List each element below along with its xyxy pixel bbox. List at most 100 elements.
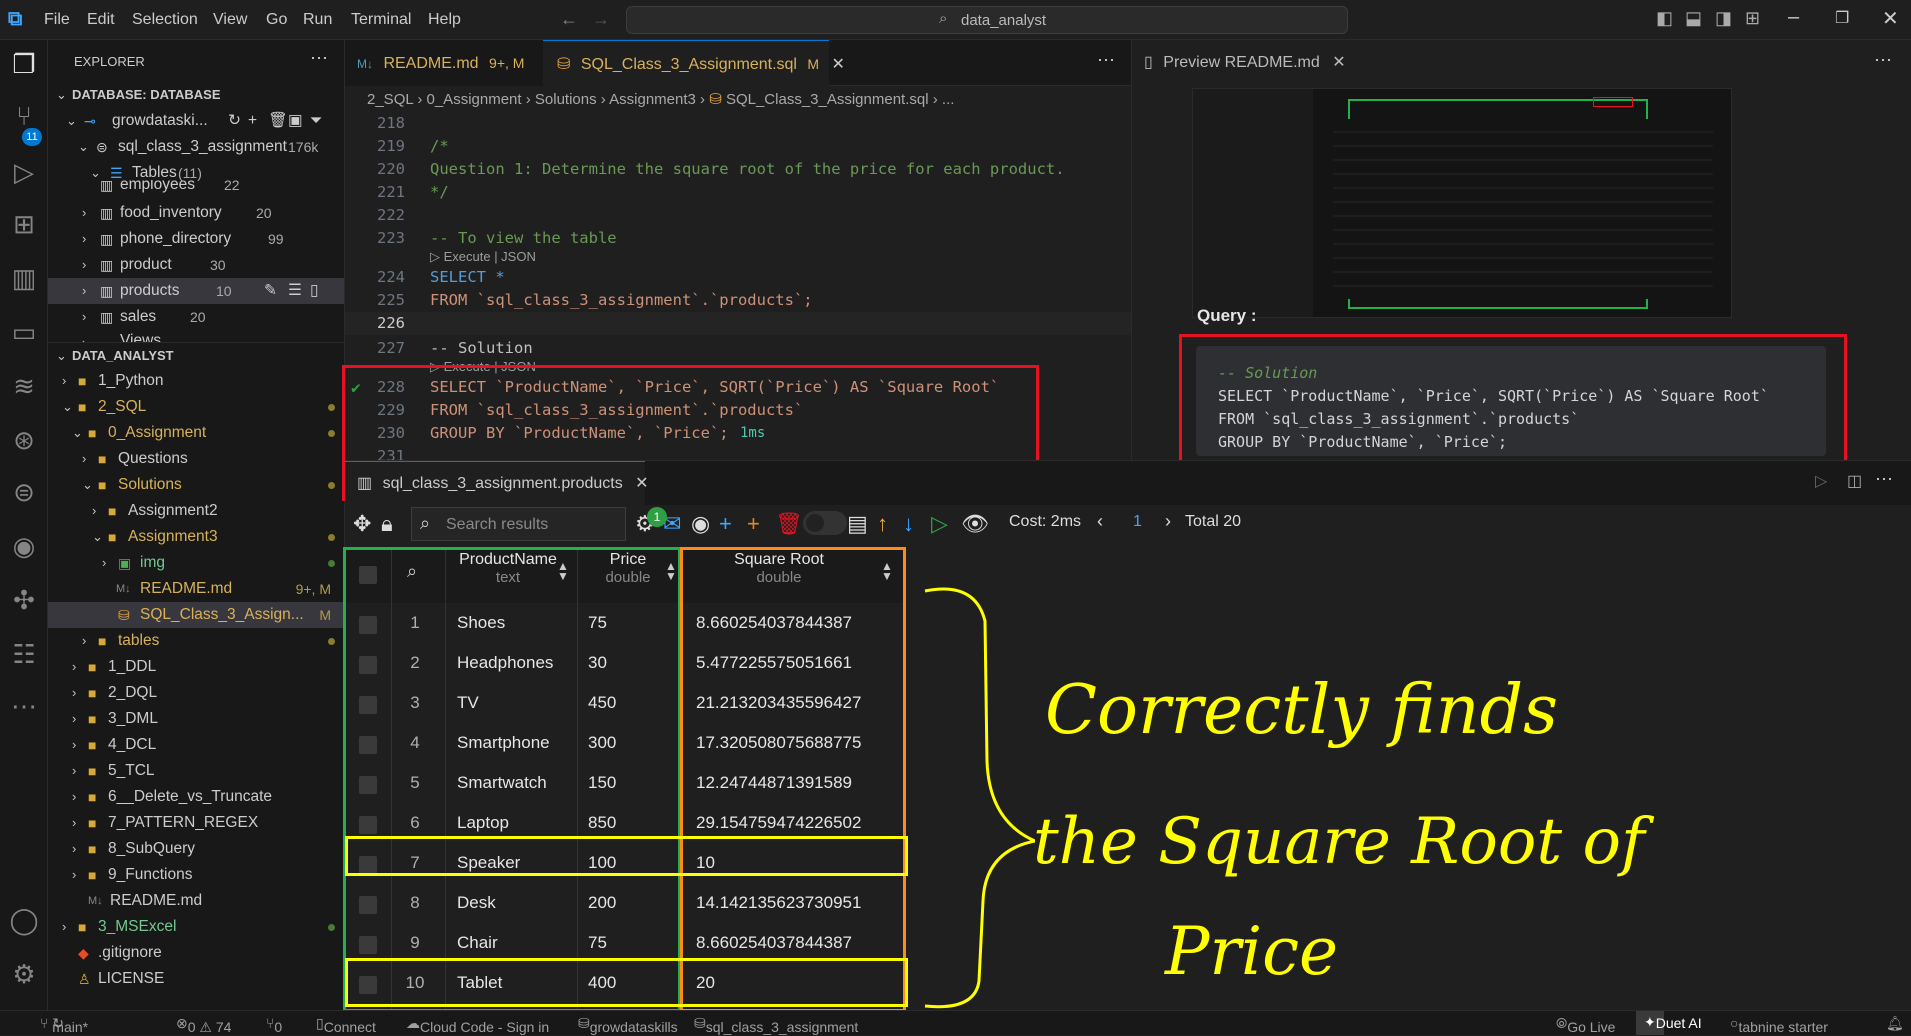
execute-icon[interactable]: ▷ xyxy=(931,511,948,537)
command-center-search[interactable]: ⌕ data_analyst xyxy=(626,6,1348,34)
list-icon[interactable]: ☰ xyxy=(288,278,302,304)
delete-icon[interactable]: 🗑 xyxy=(775,511,803,537)
folder-7-pattern-regex[interactable]: › ■ 7_PATTERN_REGEX xyxy=(48,810,344,836)
github-icon[interactable]: ◉ xyxy=(8,530,40,562)
edit-icon[interactable]: ✎ xyxy=(264,278,277,304)
close-icon[interactable]: ✕ xyxy=(1882,6,1899,31)
arrow-down-icon[interactable]: ↓ xyxy=(903,511,914,537)
folder-2-dql[interactable]: › ■ 2_DQL xyxy=(48,680,344,706)
tab-sql-file[interactable]: ⛁ SQL_Class_3_Assignment.sql M ✕ xyxy=(543,40,845,86)
restore-icon[interactable]: ❐ xyxy=(1835,8,1849,28)
filter-icon[interactable]: ⏷ xyxy=(310,108,322,134)
layout-secondary-icon[interactable]: ◨ xyxy=(1715,8,1732,29)
schema-status[interactable]: ⛁ sql_class_3_assignment xyxy=(694,1015,858,1035)
table-item-sales[interactable]: › ▥ sales 20 xyxy=(48,304,344,330)
back-arrow-icon[interactable]: ← xyxy=(560,9,578,30)
customize-layout-icon[interactable]: ⊞ xyxy=(1745,8,1760,29)
menu-go[interactable]: Go xyxy=(266,11,287,29)
account-icon[interactable]: ◯ xyxy=(8,904,40,936)
file-readme-sql[interactable]: M↓ README.md xyxy=(48,888,344,914)
folder-4-dcl[interactable]: › ■ 4_DCL xyxy=(48,732,344,758)
explorer-more-icon[interactable]: ⋯ xyxy=(310,48,328,69)
tab-close-icon[interactable]: ✕ xyxy=(1332,54,1345,71)
remote-explorer-icon[interactable]: ▭ xyxy=(8,316,40,348)
settings-gear-icon[interactable]: ⚙ xyxy=(8,958,40,990)
folder-1-ddl[interactable]: › ■ 1_DDL xyxy=(48,654,344,680)
table-item-employees[interactable]: ▥ employees 22 xyxy=(48,180,344,196)
layout-sidebar-icon[interactable]: ◧ xyxy=(1656,8,1673,29)
page-number[interactable]: 1 xyxy=(1133,513,1142,531)
table-item-food-inventory[interactable]: › ▥ food_inventory 20 xyxy=(48,200,344,226)
folder-3-dml[interactable]: › ■ 3_DML xyxy=(48,706,344,732)
add-icon[interactable]: + xyxy=(248,108,257,134)
database-section-header[interactable]: ⌄ DATABASE: DATABASE xyxy=(48,82,344,108)
search-results-input[interactable]: ⌕ Search results xyxy=(411,507,626,541)
breadcrumb-item[interactable]: SQL_Class_3_Assignment.sql xyxy=(726,91,929,108)
results-more-icon[interactable]: ⋯ xyxy=(1875,469,1893,490)
toggle-switch[interactable] xyxy=(803,511,847,535)
run-icon[interactable]: ▷ xyxy=(1815,471,1827,491)
duet-ai-status[interactable]: ✦ Duet AI xyxy=(1636,1011,1702,1035)
comment-icon[interactable]: ▤ xyxy=(847,511,868,537)
chart-icon[interactable]: ▥ xyxy=(8,262,40,294)
folder-3-msexcel[interactable]: › ■ 3_MSExcel xyxy=(48,914,344,940)
forward-arrow-icon[interactable]: → xyxy=(592,9,610,30)
folder-1-python[interactable]: › ■ 1_Python xyxy=(48,368,344,394)
codelens-execute[interactable]: ▷ Execute | JSON xyxy=(430,248,536,266)
git-graph-icon[interactable]: ⊛ xyxy=(8,424,40,456)
more-icon[interactable]: ⋯ xyxy=(8,690,40,722)
menu-file[interactable]: File xyxy=(44,11,70,29)
folder-questions[interactable]: › ■ Questions xyxy=(48,446,344,472)
split-icon[interactable]: ◫ xyxy=(1847,471,1862,491)
file-readme-assignment3[interactable]: M↓ README.md 9+, M xyxy=(48,576,344,602)
folder-6-delete-truncate[interactable]: › ■ 6__Delete_vs_Truncate xyxy=(48,784,344,810)
notes-icon[interactable]: ☷ xyxy=(8,638,40,670)
menu-help[interactable]: Help xyxy=(428,11,461,29)
breadcrumb-item[interactable]: 0_Assignment xyxy=(427,91,522,108)
run-debug-icon[interactable]: ▷ xyxy=(8,156,40,188)
lock-icon[interactable]: 🔒︎ xyxy=(381,511,393,537)
table-item-products[interactable]: › ▥ products 10 ✎ ☰ ▯ xyxy=(48,278,344,304)
tools-icon[interactable]: ✣ xyxy=(8,584,40,616)
tab-results[interactable]: ▥ sql_class_3_assignment.products ✕ xyxy=(345,461,649,505)
ports-status[interactable]: ⑂ 0 xyxy=(266,1015,282,1035)
folder-assignment2[interactable]: › ■ Assignment2 xyxy=(48,498,344,524)
schema-item[interactable]: ⌄ ⊜ sql_class_3_assignment 176k xyxy=(48,134,344,160)
folder-9-functions[interactable]: › ■ 9_Functions xyxy=(48,862,344,888)
layout-panel-icon[interactable]: ⬓ xyxy=(1685,8,1702,29)
add-row-icon[interactable]: + xyxy=(719,511,732,537)
file-icon[interactable]: ▯ xyxy=(310,278,319,304)
tabnine-status[interactable]: ○ tabnine starter xyxy=(1730,1015,1828,1035)
breadcrumb-item[interactable]: Solutions xyxy=(535,91,597,108)
connection-item[interactable]: ⌄ ⊸ growdataski... ↻ + 🗑 ▣ ⏷ xyxy=(48,108,344,134)
github-icon[interactable]: ◉ xyxy=(691,511,710,537)
refresh-icon[interactable]: ↻ xyxy=(228,108,241,134)
prev-page-icon[interactable]: ‹ xyxy=(1097,511,1103,532)
views-group[interactable]: › Views xyxy=(48,330,344,342)
tab-readme[interactable]: M↓ README.md 9+, M xyxy=(345,40,543,86)
branch-status[interactable]: ⑂ main* ↻ xyxy=(40,1015,88,1035)
arrow-up-icon[interactable]: ↑ xyxy=(877,511,888,537)
file-license[interactable]: ♙ LICENSE xyxy=(48,966,344,984)
eye-icon[interactable]: 👁︎ xyxy=(961,511,989,537)
menu-run[interactable]: Run xyxy=(303,11,332,29)
tab-close-icon[interactable]: ✕ xyxy=(635,475,648,492)
folder-0-assignment[interactable]: ⌄ ■ 0_Assignment xyxy=(48,420,344,446)
table-item-product[interactable]: › ▥ product 30 xyxy=(48,252,344,278)
menu-terminal[interactable]: Terminal xyxy=(351,11,411,29)
next-page-icon[interactable]: › xyxy=(1165,511,1171,532)
folder-tables[interactable]: › ■ tables xyxy=(48,628,344,654)
table-item-phone-directory[interactable]: › ▥ phone_directory 99 xyxy=(48,226,344,252)
tab-close-icon[interactable]: ✕ xyxy=(832,56,845,73)
folder-5-tcl[interactable]: › ■ 5_TCL xyxy=(48,758,344,784)
editor-more-icon[interactable]: ⋯ xyxy=(1097,50,1115,71)
move-icon[interactable]: ✥ xyxy=(353,511,371,537)
file-gitignore[interactable]: ◆ .gitignore xyxy=(48,940,344,966)
explorer-icon[interactable]: ❐ xyxy=(8,48,40,80)
connect-status[interactable]: ▯ Connect xyxy=(316,1015,376,1035)
extensions-icon[interactable]: ⊞ xyxy=(8,208,40,240)
layers-icon[interactable]: ≋ xyxy=(8,370,40,402)
breadcrumb-item[interactable]: ... xyxy=(942,91,955,108)
preview-more-icon[interactable]: ⋯ xyxy=(1874,50,1892,71)
delete-icon[interactable]: 🗑 xyxy=(268,108,288,134)
